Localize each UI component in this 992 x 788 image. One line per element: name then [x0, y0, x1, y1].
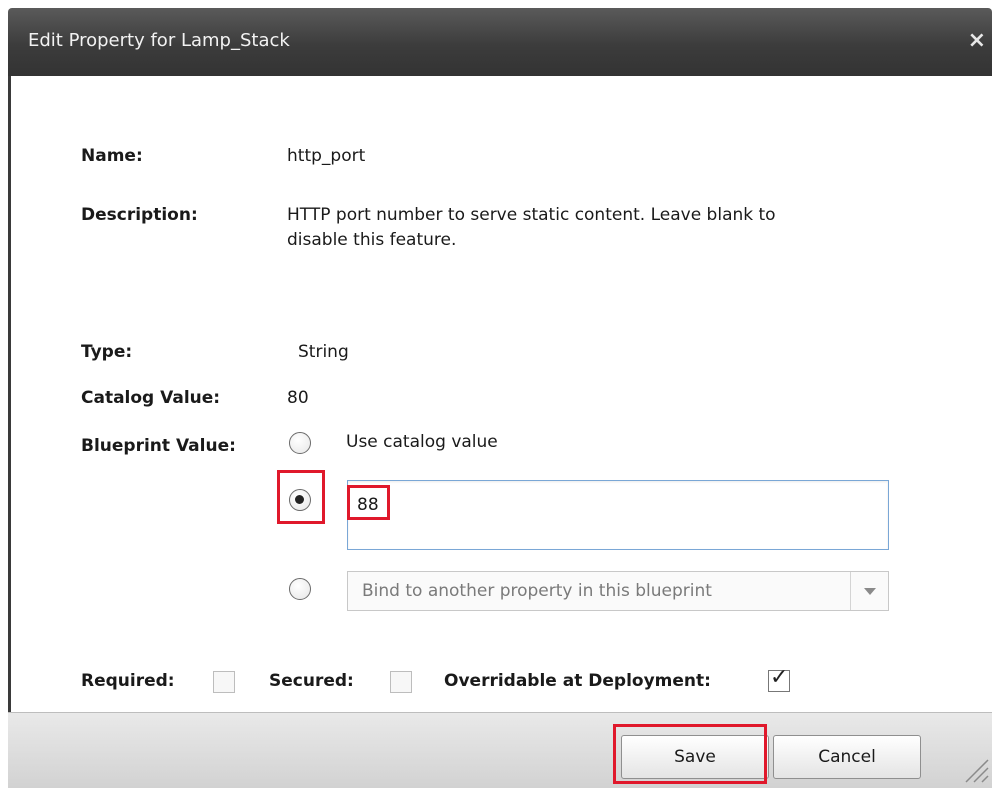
dialog-titlebar[interactable]: Edit Property for Lamp_Stack ×	[8, 8, 992, 76]
description-line-2: disable this feature.	[287, 230, 457, 250]
close-icon[interactable]: ×	[968, 28, 986, 53]
blueprint-value-input[interactable]: 88	[347, 480, 889, 550]
bind-property-select-value: Bind to another property in this bluepri…	[362, 581, 712, 601]
required-label: Required:	[81, 671, 175, 691]
type-label: Type:	[81, 342, 133, 362]
dialog-footer: Save Cancel	[8, 712, 992, 788]
type-value: String	[298, 342, 349, 362]
chevron-down-icon	[864, 588, 876, 595]
overridable-label: Overridable at Deployment:	[444, 671, 711, 691]
save-highlight-box	[613, 724, 767, 784]
description-line-1: HTTP port number to serve static content…	[287, 205, 776, 225]
edit-property-dialog: Edit Property for Lamp_Stack × Name: htt…	[0, 0, 992, 788]
cancel-button[interactable]: Cancel	[773, 735, 921, 779]
use-catalog-label: Use catalog value	[346, 432, 498, 452]
secured-checkbox[interactable]	[390, 671, 412, 693]
blueprint-value-label: Blueprint Value:	[81, 436, 236, 456]
name-label: Name:	[81, 146, 143, 166]
dropdown-button[interactable]	[850, 572, 888, 610]
catalog-value-label: Catalog Value:	[81, 388, 221, 408]
catalog-value: 80	[287, 388, 309, 408]
description-label: Description:	[81, 205, 198, 225]
secured-label: Secured:	[269, 671, 354, 691]
radio-highlight-box	[277, 470, 325, 524]
input-value-highlight-box	[347, 485, 390, 520]
checkmark-icon: ✓	[770, 665, 789, 690]
dialog-title: Edit Property for Lamp_Stack	[28, 30, 290, 51]
resize-grip-icon[interactable]	[962, 756, 990, 784]
bind-property-select[interactable]: Bind to another property in this bluepri…	[347, 571, 889, 611]
bind-property-radio[interactable]	[289, 578, 311, 600]
name-value: http_port	[287, 146, 366, 166]
dialog-left-border	[8, 76, 11, 776]
required-checkbox[interactable]	[213, 671, 235, 693]
use-catalog-radio[interactable]	[289, 432, 311, 454]
overridable-checkbox[interactable]: ✓	[768, 665, 790, 692]
